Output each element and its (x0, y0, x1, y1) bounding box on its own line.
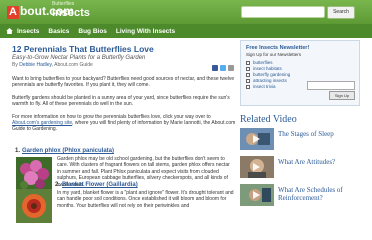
nav-item-living-with-insects[interactable]: Living With Insects (116, 28, 175, 35)
video-item[interactable]: The Stages of Sleep (240, 128, 360, 156)
newsletter-subtitle: Sign Up for our Newsletters (246, 52, 302, 57)
search-button[interactable]: Search (327, 6, 355, 19)
newsletter-title: Free Insects Newsletter! (246, 45, 310, 51)
blanket-flower-photo[interactable] (16, 189, 52, 223)
play-icon (253, 163, 260, 171)
item-title-link[interactable]: Blanket Flower (Gaillardia) (62, 182, 138, 188)
checkbox[interactable] (246, 73, 250, 77)
checkbox[interactable] (246, 85, 250, 89)
home-icon (6, 28, 13, 34)
video-item[interactable]: What Are Attitudes? (240, 156, 360, 184)
video-thumbnail[interactable] (240, 156, 274, 178)
section-name: Insects (52, 7, 90, 19)
newsletter-box: Free Insects Newsletter! Sign Up for our… (240, 40, 360, 106)
phlox-photo[interactable] (16, 157, 52, 193)
item-body: In my yard, blanket flower is a "plant a… (57, 190, 234, 209)
author-link[interactable]: Debbie Hadley (19, 62, 51, 68)
item-number: 1. (15, 148, 21, 154)
video-title[interactable]: What Are Attitudes? (278, 158, 360, 166)
byline-suffix: , About.com Guide (51, 62, 93, 68)
nav-item-label: Insects (17, 27, 40, 35)
article-title: 12 Perennials That Butterflies Love (12, 44, 154, 54)
checkbox[interactable] (246, 67, 250, 71)
intro-paragraph: Want to bring butterflies to your backya… (12, 76, 235, 89)
checkbox[interactable] (246, 79, 250, 83)
video-title[interactable]: The Stages of Sleep (278, 130, 360, 138)
logo-text: bout (19, 4, 46, 18)
article: 12 Perennials That Butterflies Love Easy… (12, 44, 238, 138)
section-title[interactable]: Butterflies Insects (52, 1, 90, 19)
option-label: insect trivia (253, 84, 276, 89)
related-video-heading: Related Video (240, 114, 297, 125)
byline: By Debbie Hadley, About.com Guide (12, 62, 238, 68)
article-subtitle: Easy-to-Grow Nectar Plants for a Butterf… (12, 55, 146, 61)
main-nav: Insects Basics Bug Bios Living With Inse… (0, 24, 372, 38)
site-header: About .com Butterflies Insects Search (0, 0, 372, 24)
facebook-icon[interactable] (212, 65, 218, 71)
gardening-site-link[interactable]: About.com's gardening site (12, 120, 72, 126)
nav-item-basics[interactable]: Basics (48, 28, 69, 35)
video-thumbnail[interactable] (240, 128, 274, 150)
video-title[interactable]: What Are Schedules of Reinforcement? (278, 186, 360, 202)
nav-item-bug-bios[interactable]: Bug Bios (78, 28, 107, 35)
checkbox[interactable] (246, 61, 250, 65)
search-input[interactable] (241, 6, 325, 18)
play-icon (253, 135, 260, 143)
sidebar: Free Insects Newsletter! Sign Up for our… (240, 40, 360, 228)
item-number: 2. (55, 182, 61, 188)
more-info-paragraph: For more information on how to grow the … (12, 114, 238, 133)
share-icons (212, 65, 234, 71)
sign-up-button[interactable]: Sign Up (329, 91, 355, 100)
more-info-text-a: For more information on how to grow the … (12, 113, 211, 120)
phlox-flower-image (16, 157, 52, 193)
video-item[interactable]: What Are Schedules of Reinforcement? (240, 184, 360, 212)
nav-item-insects[interactable]: Insects (6, 28, 39, 35)
byline-prefix: By (12, 62, 18, 68)
item-title-link[interactable]: Garden phlox (Phlox paniculata) (22, 148, 114, 154)
play-icon (253, 191, 260, 199)
sun-paragraph: Butterfly gardens should be planted in a… (12, 94, 230, 108)
video-thumbnail[interactable] (240, 184, 274, 206)
blanket-flower-image (16, 189, 52, 223)
email-field[interactable] (307, 81, 355, 90)
twitter-icon[interactable] (220, 65, 226, 71)
logo-mark: A (7, 6, 19, 19)
video-list: The Stages of Sleep What Are Attitudes? … (240, 128, 360, 228)
email-icon[interactable] (228, 65, 234, 71)
